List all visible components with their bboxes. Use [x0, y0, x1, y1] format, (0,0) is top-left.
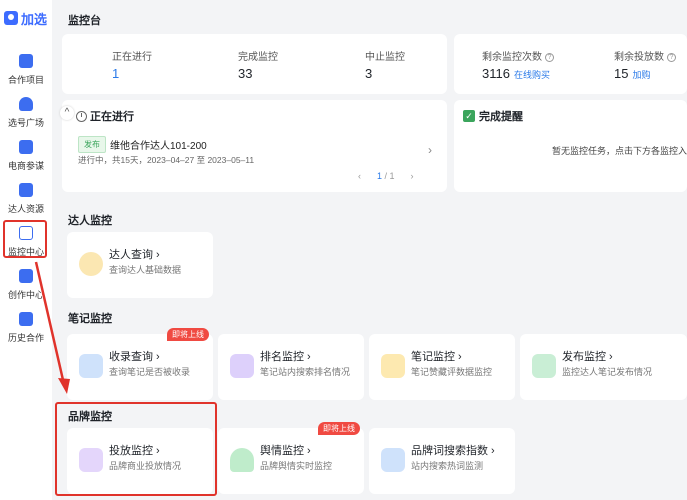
annotation-arrow — [34, 261, 70, 394]
